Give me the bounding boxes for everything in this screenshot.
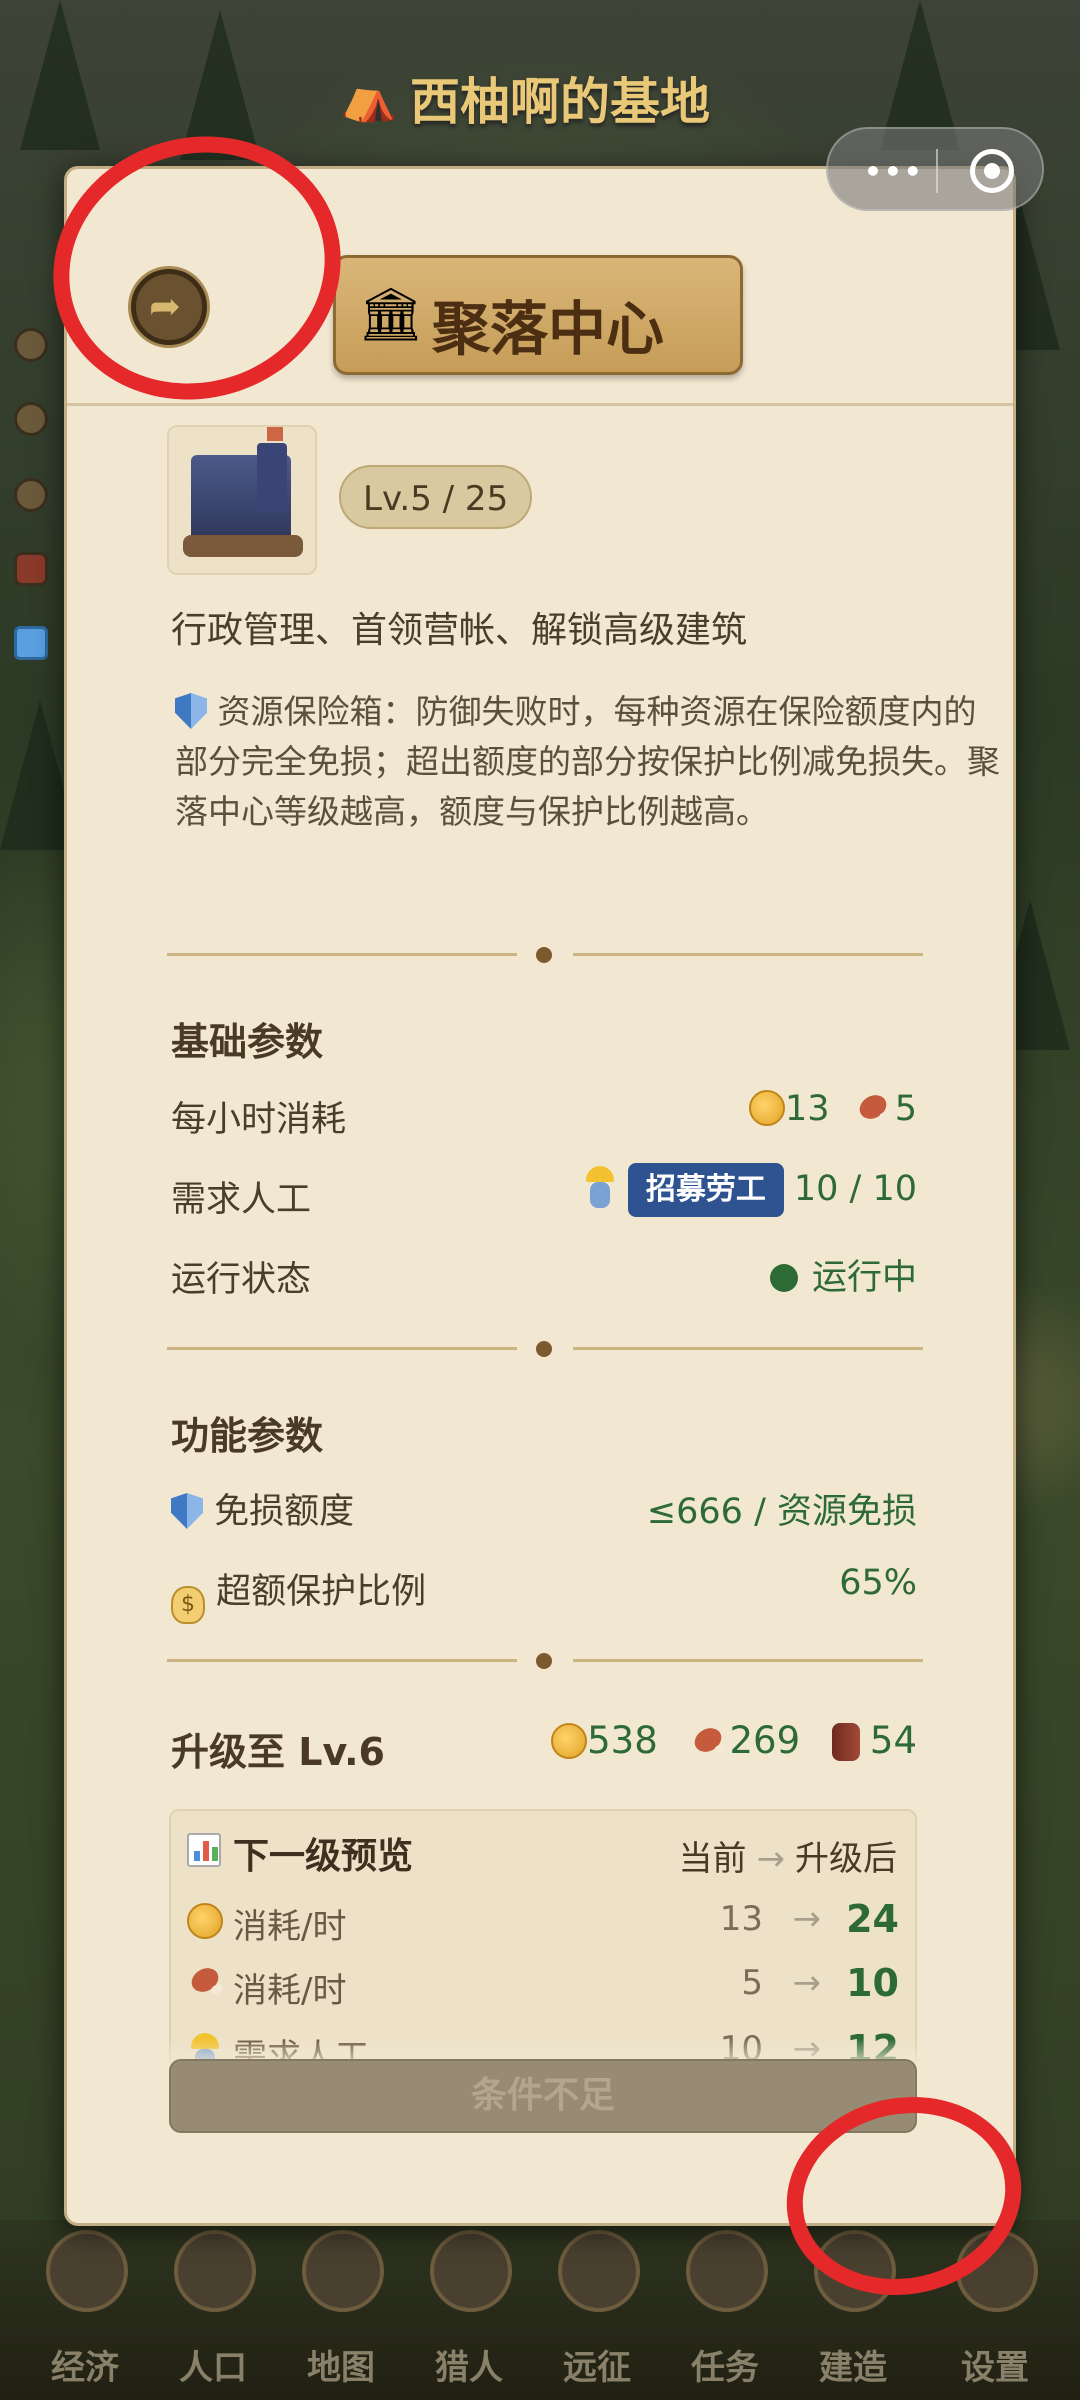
base-title: 西柚啊的基地 [410, 72, 710, 131]
section-divider [167, 1651, 923, 1671]
nav-economy[interactable]: 经济 [30, 2230, 140, 2400]
scroll-icon [686, 2230, 768, 2312]
coin-icon [46, 2230, 128, 2312]
food-resource-icon [14, 402, 48, 436]
hourly-cost-label: 每小时消耗 [171, 1100, 347, 1140]
wood-resource-icon [14, 552, 48, 586]
coin-icon [187, 1903, 223, 1939]
herb-resource-icon [14, 478, 48, 512]
upgrade-button-disabled[interactable]: 条件不足 [169, 2059, 917, 2133]
mini-program-capsule: ••• [826, 127, 1044, 211]
hourly-cost-value: 13 5 [749, 1089, 917, 1129]
bow-icon [430, 2230, 512, 2312]
worker-icon [582, 1166, 618, 1210]
compass-icon [558, 2230, 640, 2312]
nav-population[interactable]: 人口 [158, 2230, 268, 2400]
recruit-labor-button[interactable]: 招募劳工 [627, 1163, 784, 1217]
protect-ratio-value: 65% [839, 1563, 917, 1603]
more-dots-icon[interactable]: ••• [864, 155, 924, 188]
record-icon[interactable] [970, 149, 1014, 193]
labor-label: 需求人工 [171, 1180, 312, 1220]
tent-icon: ⛺ [340, 70, 398, 124]
capsule-separator [936, 149, 938, 193]
nav-hunter[interactable]: 猎人 [414, 2230, 524, 2400]
building-description: 行政管理、首领营帐、解锁高级建筑 [171, 610, 748, 651]
meat-icon [187, 1967, 227, 1997]
bar-chart-icon [187, 1833, 221, 1867]
tree-decoration [20, 0, 100, 150]
building-icon: 🏛 [358, 285, 425, 345]
upgrade-cost: 538 269 54 [551, 1719, 917, 1762]
gem-resource-icon [14, 626, 48, 660]
protect-amount-value: ≤666 / 资源免损 [646, 1492, 917, 1532]
meat-icon [690, 1727, 730, 1757]
modal-title: 聚落中心 [432, 295, 665, 363]
people-icon [174, 2230, 256, 2312]
building-image [167, 425, 317, 575]
preview-title: 下一级预览 [233, 1836, 414, 1877]
preview-header: 当前 → 升级后 [678, 1839, 898, 1879]
protect-amount-label: 免损额度 [171, 1483, 354, 1534]
title-banner: 🏛 聚落中心 [280, 255, 796, 375]
upgrade-heading: 升级至 Lv.6 [171, 1730, 385, 1774]
nav-map[interactable]: 地图 [286, 2230, 396, 2400]
map-icon [302, 2230, 384, 2312]
function-params-heading: 功能参数 [171, 1414, 324, 1458]
labor-value: 招募劳工 10 / 10 [582, 1163, 917, 1217]
wood-icon [831, 1723, 860, 1761]
section-divider [167, 945, 923, 965]
running-status-dot [769, 1264, 798, 1292]
gold-resource-icon [14, 328, 48, 362]
coin-icon [749, 1090, 786, 1126]
protect-ratio-label: $ 超额保护比例 [171, 1563, 426, 1624]
vault-note-text: 资源保险箱：防御失败时，每种资源在保险额度内的部分完全免损；超出额度的部分按保护… [175, 692, 1000, 831]
status-value: 运行中 [769, 1249, 917, 1300]
shield-icon [171, 1493, 203, 1529]
vault-note: 资源保险箱：防御失败时，每种资源在保险额度内的部分完全免损；超出额度的部分按保护… [175, 687, 1005, 837]
coin-icon [551, 1723, 588, 1759]
level-badge: Lv.5 / 25 [339, 465, 533, 529]
section-divider [167, 1339, 923, 1359]
building-detail-modal: ➦ 🏛 聚落中心 Lv.5 / 25 行政管理、首领营帐、解锁高级建筑 资源保险… [64, 166, 1016, 2226]
nav-tasks[interactable]: 任务 [670, 2230, 780, 2400]
preview-row: 消耗/时 5 → 10 [187, 1957, 903, 2017]
money-bag-icon: $ [171, 1586, 205, 1624]
meat-icon [855, 1094, 895, 1124]
basic-params-heading: 基础参数 [171, 1020, 324, 1064]
preview-row: 消耗/时 13 → 24 [187, 1893, 903, 1953]
header-divider [67, 403, 1013, 406]
status-label: 运行状态 [171, 1260, 312, 1300]
nav-expedition[interactable]: 远征 [542, 2230, 652, 2400]
shield-icon [175, 693, 207, 729]
